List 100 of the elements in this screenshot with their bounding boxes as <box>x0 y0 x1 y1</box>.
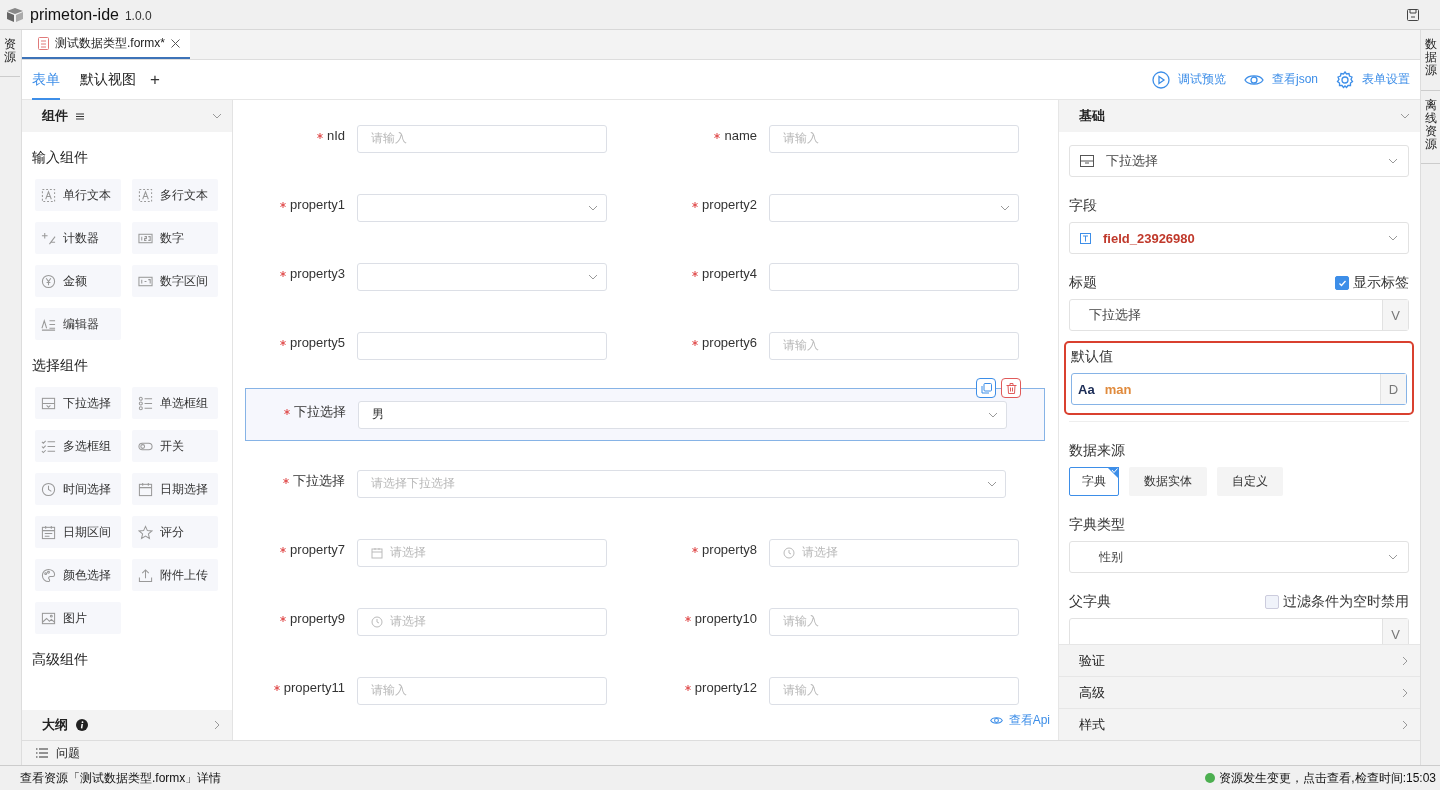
caret-icon <box>1388 233 1398 243</box>
copy-button[interactable] <box>976 378 996 398</box>
default-value-field[interactable]: Aa man D <box>1071 373 1407 405</box>
title-field[interactable]: 下拉选择 V <box>1069 299 1409 331</box>
view-api-link[interactable]: 查看Api <box>989 712 1050 729</box>
input-field[interactable] <box>357 331 607 360</box>
component-select[interactable]: 下拉选择 <box>1069 145 1409 177</box>
calendar-icon <box>138 481 153 497</box>
chevron-icon <box>1400 655 1410 666</box>
app-title: primeton-ide <box>30 5 119 24</box>
status-link[interactable]: 查看资源「测试数据类型.formx」详情 <box>20 769 222 787</box>
select-field[interactable] <box>769 193 1019 222</box>
selected-corner-icon <box>1107 467 1119 479</box>
field-label: property3 <box>290 266 345 281</box>
field-label: property9 <box>290 611 345 626</box>
chevron-icon <box>212 720 222 730</box>
palette-item[interactable]: 多行文本 <box>132 179 218 211</box>
section-header[interactable]: 样式 <box>1059 708 1420 740</box>
trash-icon <box>1005 382 1017 394</box>
field-label: property5 <box>290 335 345 350</box>
palette-item[interactable]: 多选框组 <box>35 430 121 462</box>
palette-item[interactable]: 数字 <box>132 222 218 254</box>
clock-icon <box>41 481 56 497</box>
source-option[interactable]: 数据实体 <box>1129 467 1207 496</box>
save-icon[interactable] <box>1406 7 1420 22</box>
dropdown-icon <box>41 395 56 411</box>
dropdown-icon <box>1080 155 1094 167</box>
toolbar-button[interactable]: 表单设置 <box>1336 70 1410 89</box>
calendar-icon <box>371 546 383 559</box>
toolbar-button[interactable]: 查看json <box>1244 71 1318 88</box>
field-label: property12 <box>694 680 757 695</box>
palette-item[interactable]: 日期区间 <box>35 516 121 548</box>
source-option[interactable]: 字典 <box>1069 467 1119 496</box>
field-select[interactable]: field_23926980 <box>1069 222 1409 254</box>
view-tab[interactable]: 默认视图 <box>80 59 136 100</box>
section-header[interactable]: 高级 <box>1059 676 1420 708</box>
delete-button[interactable] <box>1001 378 1021 398</box>
select-field[interactable] <box>357 193 607 222</box>
radio-list-icon <box>138 395 153 411</box>
selected-form-row[interactable]: 下拉选择 男 <box>245 388 1045 441</box>
settings-icon <box>1336 70 1354 89</box>
palette-item[interactable]: 附件上传 <box>132 559 218 591</box>
caret-icon <box>1388 156 1398 166</box>
palette-item[interactable]: 金额 <box>35 265 121 297</box>
palette-item[interactable]: 颜色选择 <box>35 559 121 591</box>
plus-minus-icon <box>41 230 56 246</box>
calendar-range-icon <box>41 524 56 540</box>
panel-header[interactable]: 组件 <box>22 100 232 132</box>
side-tab[interactable]: 数据源 <box>1421 30 1440 91</box>
close-icon[interactable] <box>171 39 180 48</box>
add-view-button[interactable]: + <box>150 69 160 90</box>
currency-icon <box>41 273 56 289</box>
palette-icon <box>41 567 56 583</box>
field-label: property6 <box>702 335 757 350</box>
field-label: name <box>724 128 757 143</box>
dict-type-select[interactable]: 性别 <box>1069 541 1409 573</box>
palette-item[interactable]: 编辑器 <box>35 308 121 340</box>
toolbar-button[interactable]: 调试预览 <box>1152 70 1226 89</box>
text-field-icon <box>1080 232 1091 244</box>
property-label: 字段 <box>1069 197 1098 215</box>
outline-bar[interactable]: 大纲 <box>22 710 232 740</box>
menu-icon <box>76 112 84 120</box>
palette-item[interactable]: 计数器 <box>35 222 121 254</box>
checkbox[interactable]: 过滤条件为空时禁用 <box>1265 593 1409 611</box>
info-icon <box>76 719 88 731</box>
multi-line-text-icon <box>138 187 153 203</box>
side-tab[interactable]: 离线资源 <box>1421 90 1440 165</box>
app-version: 1.0.0 <box>124 9 152 23</box>
star-icon <box>138 524 153 540</box>
file-tab[interactable]: 测试数据类型.formx* <box>22 30 190 59</box>
eye-icon <box>1244 72 1264 87</box>
group-title: 高级组件 <box>32 651 89 669</box>
side-tab[interactable]: 资源 <box>0 30 20 78</box>
input-field[interactable] <box>769 262 1019 291</box>
palette-item[interactable]: 下拉选择 <box>35 387 121 419</box>
source-option[interactable]: 自定义 <box>1217 467 1283 496</box>
field-label: nId <box>326 128 345 143</box>
palette-item[interactable]: 数字区间 <box>132 265 218 297</box>
property-label: 默认值 <box>1071 348 1114 366</box>
upload-icon <box>138 567 153 583</box>
palette-item[interactable]: 日期选择 <box>132 473 218 505</box>
palette-item[interactable]: 单选框组 <box>132 387 218 419</box>
field-label: 下拉选择 <box>293 471 345 490</box>
document-icon <box>38 37 49 50</box>
palette-item[interactable]: 图片 <box>35 602 121 634</box>
palette-item[interactable]: 开关 <box>132 430 218 462</box>
section-header[interactable]: 验证 <box>1059 644 1420 676</box>
palette-item[interactable]: 单行文本 <box>35 179 121 211</box>
field-label: 下拉选择 <box>294 402 346 421</box>
chevron-icon <box>1400 719 1410 730</box>
clock-icon <box>371 615 383 628</box>
palette-item[interactable]: 时间选择 <box>35 473 121 505</box>
palette-item[interactable]: 评分 <box>132 516 218 548</box>
panel-header[interactable]: 基础 <box>1059 100 1420 132</box>
select-field[interactable] <box>357 262 607 291</box>
select-field[interactable]: 男 <box>358 400 1007 429</box>
single-line-text-icon <box>41 187 56 203</box>
checkbox[interactable]: 显示标签 <box>1335 274 1409 292</box>
check-icon <box>1337 278 1347 288</box>
status-message[interactable]: 资源发生变更，点击查看,检查时间:15:03 <box>1219 769 1436 787</box>
